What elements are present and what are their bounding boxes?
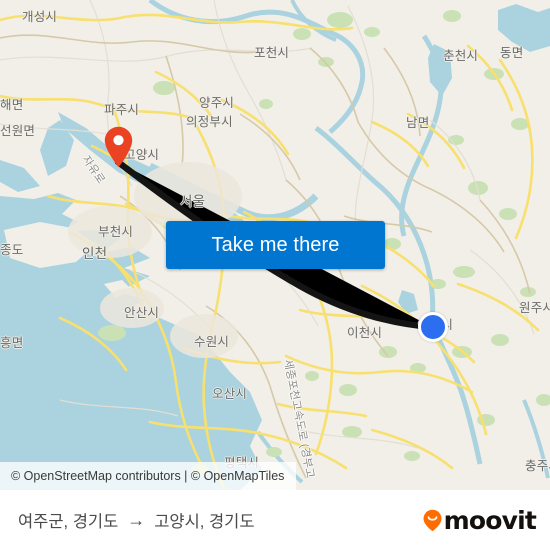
route-destination-label: 고양시, 경기도 [154, 513, 255, 531]
moovit-logo[interactable]: moovit [423, 505, 537, 535]
moovit-route-map-screenshot: 개성시 포천시 춘천시 동면 해면 파주시 양주시 남면 선원면 의정부시 고양시 서울 부천시 인천 종도… [0, 0, 550, 550]
route-origin-label: 여주군, 경기도 [18, 513, 119, 531]
map-attribution[interactable]: © OpenStreetMap contributors | © OpenMap… [0, 462, 296, 490]
attribution-text: © OpenStreetMap contributors | © OpenMap… [11, 469, 285, 483]
origin-location-dot[interactable] [418, 312, 448, 342]
moovit-wordmark: moovit [443, 505, 537, 535]
destination-pin-icon[interactable] [104, 126, 133, 168]
footer-bar: 여주군, 경기도 → 고양시, 경기도 moovit [0, 490, 550, 550]
moovit-pin-icon [423, 509, 442, 532]
route-arrow-icon: → [127, 510, 146, 530]
route-summary: 여주군, 경기도 → 고양시, 경기도 [18, 508, 255, 532]
take-me-there-button[interactable]: Take me there [166, 221, 385, 269]
map-canvas[interactable]: 개성시 포천시 춘천시 동면 해면 파주시 양주시 남면 선원면 의정부시 고양시 서울 부천시 인천 종도… [0, 0, 550, 490]
